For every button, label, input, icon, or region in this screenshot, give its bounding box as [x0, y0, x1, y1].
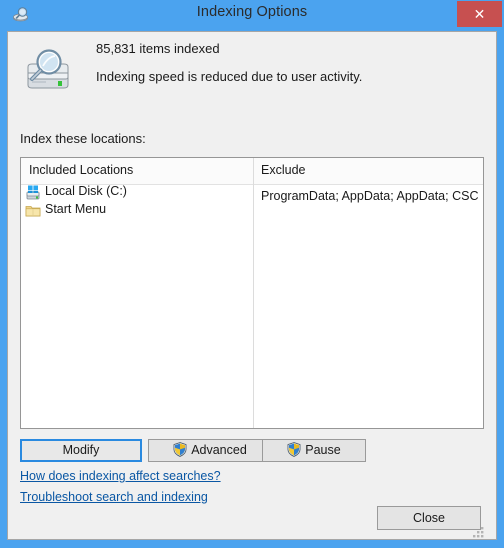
close-icon-button[interactable]: ✕: [457, 1, 502, 27]
advanced-button-label: Advanced: [191, 443, 247, 457]
uac-shield-icon: [173, 442, 187, 457]
list-header-row: Included Locations Exclude: [21, 158, 483, 185]
close-button[interactable]: Close: [377, 506, 481, 530]
advanced-button[interactable]: Advanced: [148, 439, 272, 462]
pause-button[interactable]: Pause: [262, 439, 366, 462]
included-locations-listview[interactable]: Included Locations Exclude Local Disk (C…: [20, 157, 484, 429]
location-label: Start Menu: [45, 202, 107, 216]
title-bar[interactable]: Indexing Options ✕: [0, 0, 504, 30]
troubleshoot-link[interactable]: Troubleshoot search and indexing: [20, 490, 208, 504]
indexing-status-message: Indexing speed is reduced due to user ac…: [96, 69, 363, 84]
table-row[interactable]: Local Disk (C:): [25, 184, 251, 201]
windows-drive-icon: [25, 185, 41, 201]
table-row[interactable]: Start Menu: [25, 202, 251, 219]
items-indexed-text: 85,831 items indexed: [96, 41, 220, 56]
indexing-help-link[interactable]: How does indexing affect searches?: [20, 469, 221, 483]
indexing-options-window: Indexing Options ✕ 85,831 items indexed …: [0, 0, 504, 548]
location-rows: Local Disk (C:) Start Menu: [25, 184, 251, 221]
window-title: Indexing Options: [196, 4, 308, 20]
close-x-icon: ✕: [473, 6, 486, 22]
column-divider: [253, 158, 254, 428]
disk-magnifier-icon: [22, 45, 74, 97]
column-header-included-locations[interactable]: Included Locations: [29, 163, 133, 177]
uac-shield-icon: [287, 442, 301, 457]
column-header-exclude[interactable]: Exclude: [261, 163, 305, 177]
modify-button[interactable]: Modify: [20, 439, 142, 462]
index-locations-label: Index these locations:: [20, 131, 146, 146]
exclude-value: ProgramData; AppData; AppData; CSC: [261, 189, 479, 203]
location-label: Local Disk (C:): [45, 184, 127, 198]
resize-grip-icon[interactable]: [473, 526, 485, 538]
pause-button-label: Pause: [305, 443, 341, 457]
folder-icon: [25, 203, 41, 219]
